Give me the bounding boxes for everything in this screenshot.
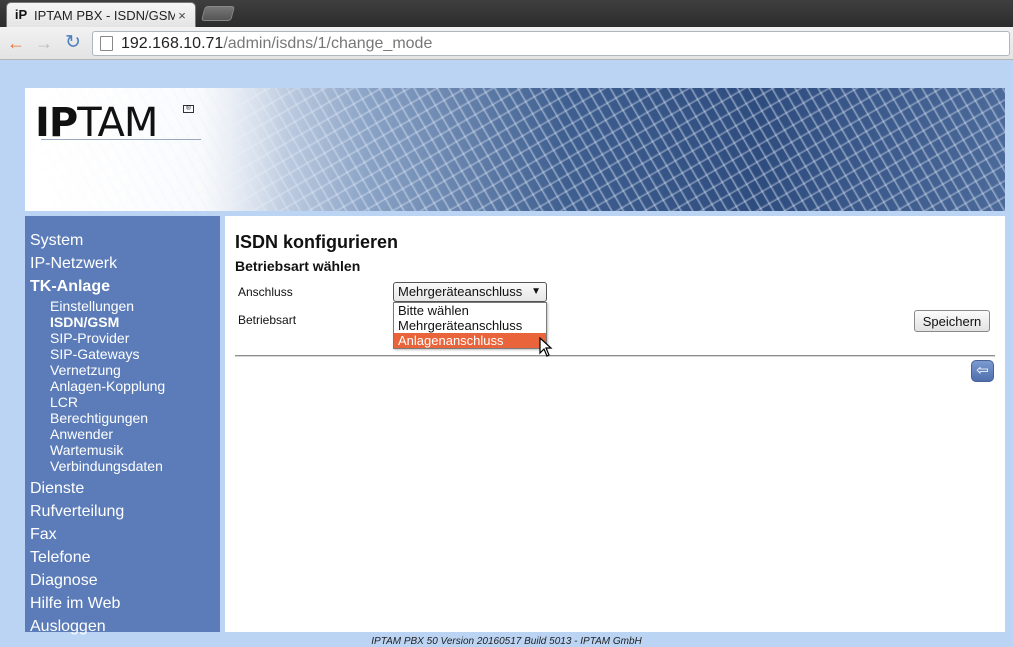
sidebar-item-fax[interactable]: Fax [25, 523, 220, 546]
page-title: ISDN konfigurieren [235, 232, 399, 252]
sidebar-subitem-sip-provider[interactable]: SIP-Provider [25, 330, 220, 346]
mouse-pointer-icon [539, 337, 553, 357]
betriebsart-label: Betriebsart [238, 313, 297, 327]
address-bar[interactable]: 192.168.10.71/admin/isdns/1/change_mode [92, 31, 1010, 56]
sidebar-item-diagnose[interactable]: Diagnose [25, 569, 220, 592]
anschluss-label: Anschluss [238, 285, 293, 299]
sidebar-subitem-anlagen-kopplung[interactable]: Anlagen-Kopplung [25, 378, 220, 394]
anschluss-dropdown-list: Bitte wählen Mehrgeräteanschluss Anlagen… [393, 302, 547, 349]
option-anlagenanschluss[interactable]: Anlagenanschluss [394, 333, 546, 348]
dropdown-arrow-icon: ▼ [531, 286, 541, 297]
sidebar-item-ausloggen[interactable]: Ausloggen [25, 615, 220, 638]
sidebar-item-rufverteilung[interactable]: Rufverteilung [25, 500, 220, 523]
logo-underline [41, 139, 201, 140]
browser-tabbar: iP IPTAM PBX - ISDN/GSM × [0, 0, 1013, 27]
main-content: ISDN konfigurieren Betriebsart wählen An… [225, 216, 1005, 632]
sidebar-subitem-verbindungsdaten[interactable]: Verbindungsdaten [25, 458, 220, 474]
anschluss-select-value: Mehrgeräteanschluss [398, 284, 523, 299]
sidebar-subitem-einstellungen[interactable]: Einstellungen [25, 298, 220, 314]
tab-title: IPTAM PBX - ISDN/GSM [34, 7, 175, 23]
url-host: 192.168.10.71 [121, 35, 224, 52]
page-icon [100, 36, 113, 51]
header-banner: IPTAM ® [25, 88, 1005, 211]
sidebar-item-tk-anlage[interactable]: TK-Anlage [25, 275, 220, 298]
footer-version: IPTAM PBX 50 Version 20160517 Build 5013… [371, 636, 642, 647]
sidebar-nav: System IP-Netzwerk TK-Anlage Einstellung… [25, 216, 220, 635]
browser-tab[interactable]: iP IPTAM PBX - ISDN/GSM × [6, 2, 196, 27]
sidebar-subitem-isdn-gsm[interactable]: ISDN/GSM [25, 314, 220, 330]
save-button[interactable]: Speichern [914, 310, 990, 332]
option-mehrgeraeteanschluss[interactable]: Mehrgeräteanschluss [394, 318, 546, 333]
sidebar-item-dienste[interactable]: Dienste [25, 477, 220, 500]
tab-close-icon[interactable]: × [175, 8, 189, 23]
sidebar-submenu: Einstellungen ISDN/GSM SIP-Provider SIP-… [25, 298, 220, 474]
iptam-favicon-icon: iP [14, 7, 28, 22]
sidebar-subitem-vernetzung[interactable]: Vernetzung [25, 362, 220, 378]
sidebar-subitem-sip-gateways[interactable]: SIP-Gateways [25, 346, 220, 362]
registered-mark-icon: ® [183, 105, 194, 113]
back-arrow-icon[interactable]: ← [5, 32, 27, 54]
sidebar-item-system[interactable]: System [25, 229, 220, 252]
reload-icon[interactable]: ↻ [62, 32, 84, 54]
url-path: /admin/isdns/1/change_mode [223, 35, 433, 52]
sidebar-subitem-lcr[interactable]: LCR [25, 394, 220, 410]
browser-toolbar: ← → ↻ 192.168.10.71/admin/isdns/1/change… [0, 27, 1013, 60]
sidebar-subitem-berechtigungen[interactable]: Berechtigungen [25, 410, 220, 426]
back-arrow-button-icon[interactable]: ⇦ [971, 360, 994, 382]
sidebar-item-telefone[interactable]: Telefone [25, 546, 220, 569]
divider [235, 355, 995, 357]
section-title: Betriebsart wählen [235, 258, 361, 274]
sidebar-subitem-wartemusik[interactable]: Wartemusik [25, 442, 220, 458]
anschluss-select[interactable]: Mehrgeräteanschluss ▼ [393, 282, 547, 302]
option-bitte-waehlen[interactable]: Bitte wählen [394, 303, 546, 318]
forward-arrow-icon[interactable]: → [33, 32, 55, 54]
sidebar-item-ip-netzwerk[interactable]: IP-Netzwerk [25, 252, 220, 275]
sidebar-subitem-anwender[interactable]: Anwender [25, 426, 220, 442]
new-tab-button[interactable] [200, 6, 236, 21]
sidebar-item-hilfe-im-web[interactable]: Hilfe im Web [25, 592, 220, 615]
